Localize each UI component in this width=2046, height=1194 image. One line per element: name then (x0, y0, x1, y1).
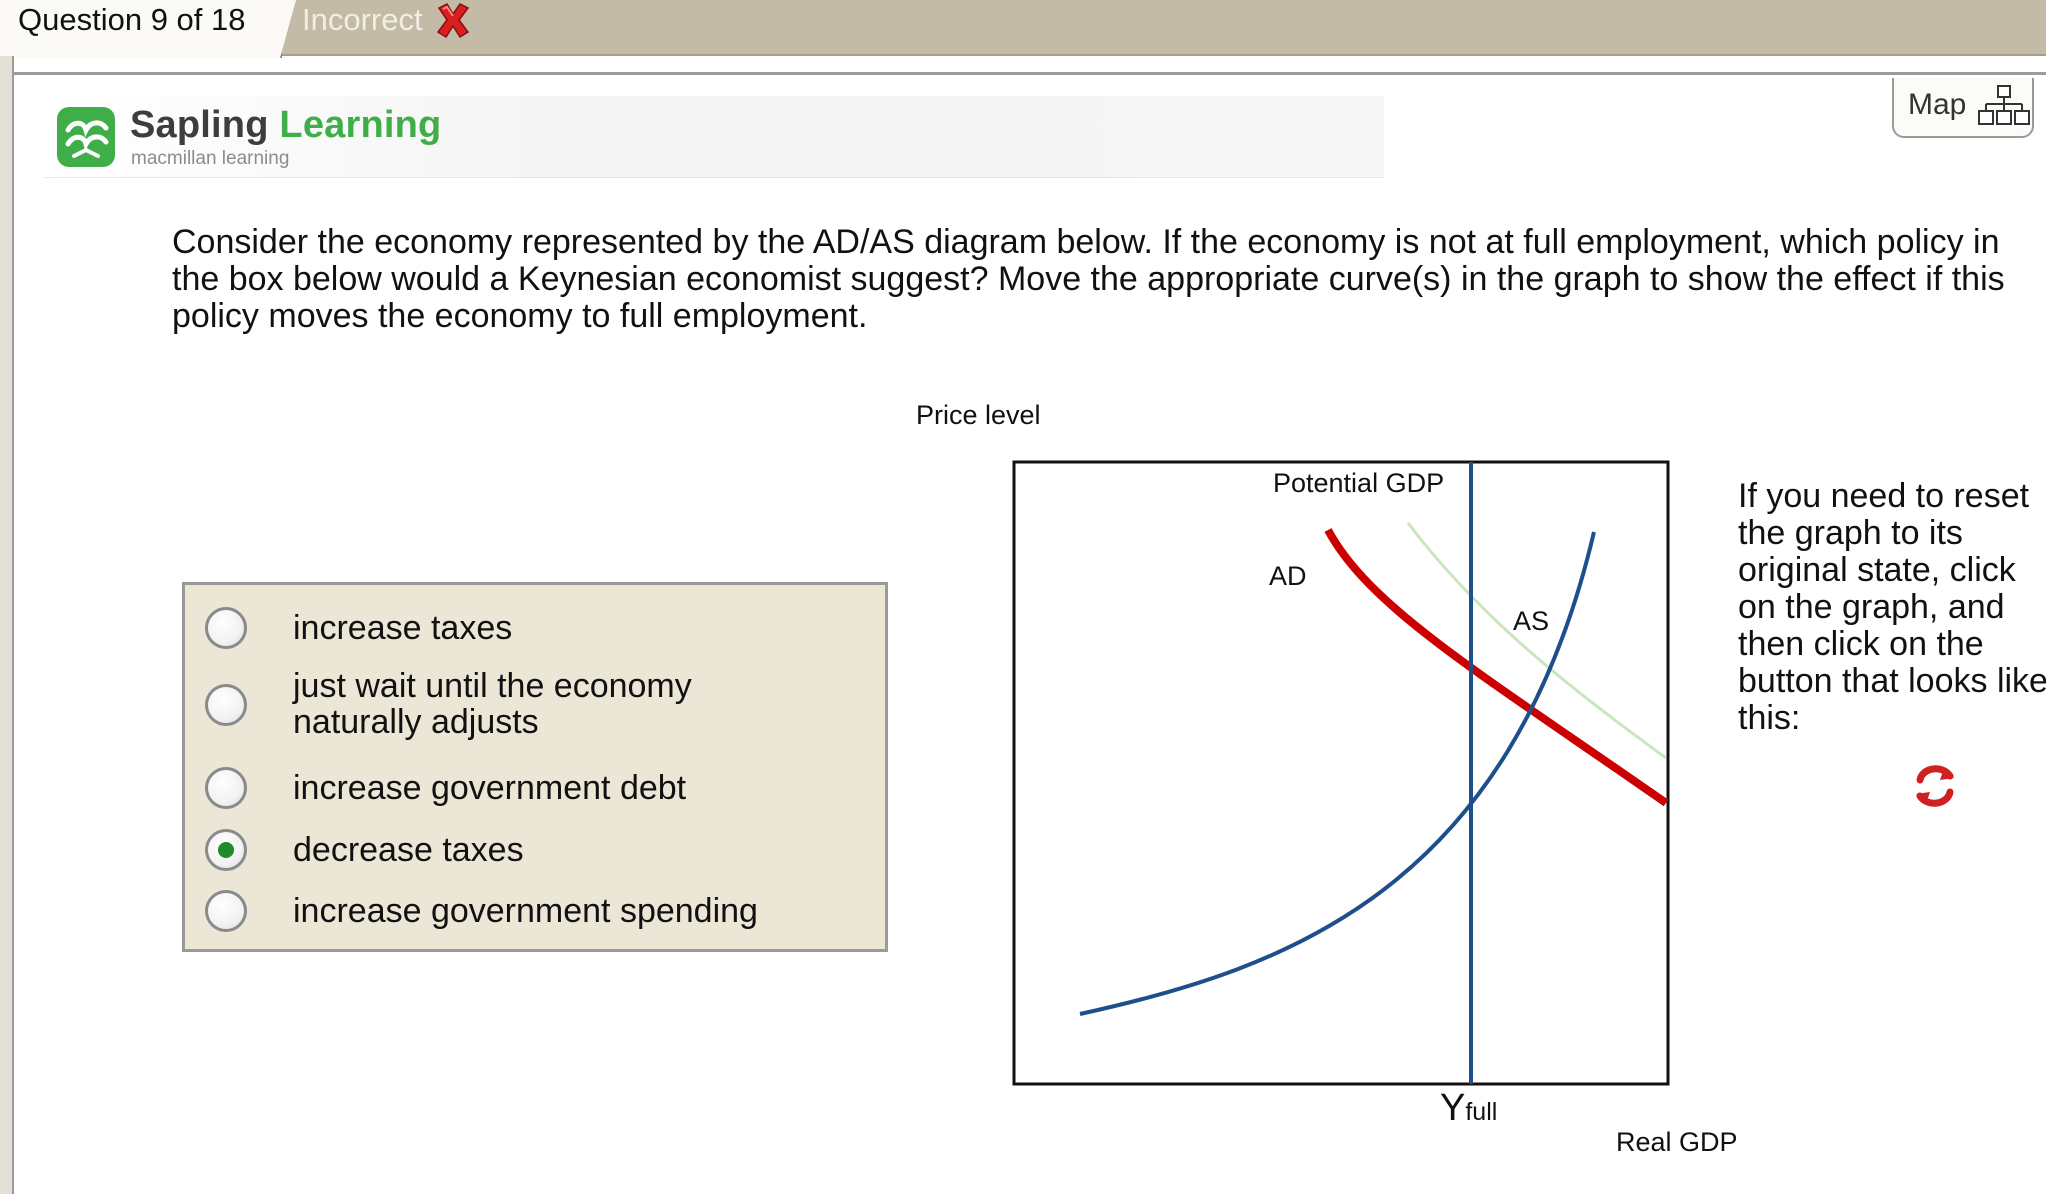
option-label: increase government debt (293, 769, 687, 807)
sitemap-icon (1978, 85, 2030, 125)
option-wait-adjust[interactable]: just wait until the economy naturally ad… (205, 668, 692, 740)
ad-as-graph[interactable]: Potential GDP AD AS (1010, 458, 1672, 1088)
red-x-icon (436, 3, 469, 39)
y-axis-label: Price level (916, 400, 1041, 430)
option-label: decrease taxes (293, 831, 524, 869)
radio-button[interactable] (205, 890, 247, 932)
answer-options-box: increase taxes just wait until the econo… (182, 582, 888, 952)
brand-subtitle: macmillan learning (131, 148, 290, 169)
yfull-label: Yfull (1440, 1087, 1497, 1130)
potential-gdp-label: Potential GDP (1273, 468, 1444, 498)
sapling-logo-icon (57, 107, 115, 167)
brand-part-learning: Learning (279, 104, 442, 146)
frame-left-border (0, 56, 14, 1194)
tab-question-label: Question 9 of 18 (18, 2, 246, 37)
radio-button-selected[interactable] (205, 829, 247, 871)
radio-button[interactable] (205, 767, 247, 809)
reset-icon (1916, 765, 1954, 807)
reset-help-text: If you need to reset the graph to its or… (1738, 477, 2046, 737)
option-label: increase government spending (293, 892, 758, 930)
status-label: Incorrect (302, 2, 423, 37)
radio-button[interactable] (205, 607, 247, 649)
question-text: Consider the economy represented by the … (172, 223, 2005, 335)
map-label: Map (1908, 88, 1967, 121)
option-label: just wait until the economy naturally ad… (293, 667, 692, 741)
yfull-main: Y (1440, 1087, 1466, 1129)
map-button[interactable]: Map (1892, 78, 2034, 138)
option-label: increase taxes (293, 609, 513, 647)
as-label: AS (1513, 606, 1549, 636)
x-axis-label: Real GDP (1616, 1127, 1738, 1157)
option-increase-taxes[interactable]: increase taxes (205, 607, 512, 649)
tab-question[interactable]: Question 9 of 18 (0, 0, 296, 58)
option-increase-spending[interactable]: increase government spending (205, 890, 758, 932)
option-increase-debt[interactable]: increase government debt (205, 767, 686, 809)
option-decrease-taxes[interactable]: decrease taxes (205, 829, 524, 871)
radio-button[interactable] (205, 684, 247, 726)
status-tab: Incorrect (302, 0, 473, 40)
ad-label: AD (1269, 561, 1307, 591)
yfull-subscript: full (1465, 1098, 1498, 1126)
brand-part-sapling: Sapling (130, 104, 269, 146)
brand-title: Sapling Learning (130, 104, 441, 147)
frame-top-border (14, 72, 2046, 80)
